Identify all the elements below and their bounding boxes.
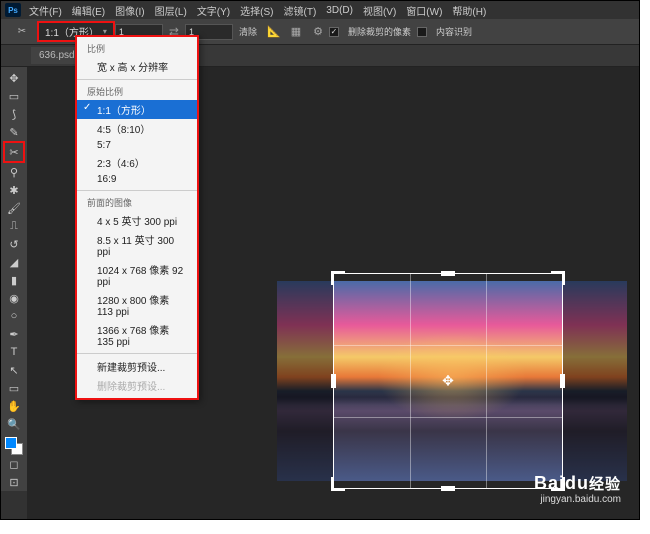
eyedropper-tool[interactable]: ⚲ bbox=[3, 163, 25, 181]
crop-handle-r[interactable] bbox=[560, 374, 565, 388]
dd-item-new-preset[interactable]: 新建裁剪预设... bbox=[77, 357, 197, 376]
watermark: Baidu经验 jingyan.baidu.com bbox=[534, 473, 621, 505]
app-logo: Ps bbox=[5, 3, 21, 17]
blur-tool[interactable]: ◉ bbox=[3, 289, 25, 307]
crop-handle-l[interactable] bbox=[331, 374, 336, 388]
dd-section-front: 前面的图像 bbox=[77, 194, 197, 211]
dd-section-original: 原始比例 bbox=[77, 83, 197, 100]
menu-file[interactable]: 文件(F) bbox=[29, 3, 62, 18]
screenmode-tool[interactable]: ⊡ bbox=[3, 473, 25, 491]
menu-filter[interactable]: 滤镜(T) bbox=[284, 3, 317, 18]
crop-dim-right bbox=[563, 281, 627, 481]
delete-px-label: 删除裁剪的像素 bbox=[348, 25, 411, 38]
lasso-tool[interactable]: ⟆ bbox=[3, 105, 25, 123]
menu-help[interactable]: 帮助(H) bbox=[452, 3, 486, 18]
dd-item-1366[interactable]: 1366 x 768 像素 135 ppi bbox=[77, 320, 197, 350]
menu-edit[interactable]: 编辑(E) bbox=[72, 3, 105, 18]
content-aware-label: 内容识别 bbox=[436, 25, 472, 38]
crop-handle-tl[interactable] bbox=[331, 271, 345, 285]
eraser-tool[interactable]: ◢ bbox=[3, 253, 25, 271]
menu-type[interactable]: 文字(Y) bbox=[197, 3, 230, 18]
dd-item-16-9[interactable]: 16:9 bbox=[77, 172, 197, 187]
dd-item-4x5in[interactable]: 4 x 5 英寸 300 ppi bbox=[77, 211, 197, 230]
quickmask-tool[interactable]: ◻ bbox=[3, 455, 25, 473]
dd-item-1024[interactable]: 1024 x 768 像素 92 ppi bbox=[77, 260, 197, 290]
ratio-dropdown-menu: 比例 宽 x 高 x 分辨率 原始比例 1:1（方形） 4:5（8:10） 5:… bbox=[75, 35, 199, 400]
path-tool[interactable]: ↖ bbox=[3, 361, 25, 379]
brush-tool[interactable]: 🖌 bbox=[3, 199, 25, 217]
menu-select[interactable]: 选择(S) bbox=[240, 3, 273, 18]
stamp-tool[interactable]: ⎍ bbox=[3, 217, 25, 235]
dd-item-5-7[interactable]: 5:7 bbox=[77, 138, 197, 153]
dd-item-85x11in[interactable]: 8.5 x 11 英寸 300 ppi bbox=[77, 230, 197, 260]
pen-tool[interactable]: ✒ bbox=[3, 325, 25, 343]
hand-tool[interactable]: ✋ bbox=[3, 397, 25, 415]
content-aware-checkbox[interactable] bbox=[417, 27, 427, 37]
menu-image[interactable]: 图像(I) bbox=[115, 3, 144, 18]
crop-handle-tr[interactable] bbox=[551, 271, 565, 285]
straighten-icon[interactable]: 📐 bbox=[266, 24, 282, 40]
healing-tool[interactable]: ✱ bbox=[3, 181, 25, 199]
crop-dim-left bbox=[277, 281, 333, 481]
move-tool[interactable]: ✥ bbox=[3, 69, 25, 87]
history-brush-tool[interactable]: ↺ bbox=[3, 235, 25, 253]
overlay-icon[interactable]: ▦ bbox=[288, 24, 304, 40]
dd-item-wxh[interactable]: 宽 x 高 x 分辨率 bbox=[77, 57, 197, 76]
tab-label: 636.psd bbox=[39, 50, 75, 61]
shape-tool[interactable]: ▭ bbox=[3, 379, 25, 397]
marquee-tool[interactable]: ▭ bbox=[3, 87, 25, 105]
type-tool[interactable]: T bbox=[3, 343, 25, 361]
zoom-tool[interactable]: 🔍 bbox=[3, 415, 25, 433]
crop-tool[interactable]: ✂ bbox=[3, 141, 25, 163]
dd-item-delete-preset: 删除裁剪预设... bbox=[77, 376, 197, 395]
crop-tool-icon[interactable]: ✂ bbox=[15, 25, 29, 39]
dd-item-2-3[interactable]: 2:3（4:6） bbox=[77, 153, 197, 172]
crop-handle-b[interactable] bbox=[441, 486, 455, 491]
dd-item-1-1[interactable]: 1:1（方形） bbox=[77, 100, 197, 119]
menu-window[interactable]: 窗口(W) bbox=[406, 3, 442, 18]
color-swatches[interactable] bbox=[5, 437, 23, 455]
crop-box[interactable]: ✥ bbox=[333, 273, 563, 489]
delete-px-checkbox[interactable]: ✓ bbox=[329, 27, 339, 37]
dd-item-1280[interactable]: 1280 x 800 像素 113 ppi bbox=[77, 290, 197, 320]
menubar: 文件(F) 编辑(E) 图像(I) 图层(L) 文字(Y) 选择(S) 滤镜(T… bbox=[1, 1, 639, 19]
menu-layer[interactable]: 图层(L) bbox=[155, 3, 187, 18]
quick-select-tool[interactable]: ✎ bbox=[3, 123, 25, 141]
crop-handle-t[interactable] bbox=[441, 271, 455, 276]
crop-handle-bl[interactable] bbox=[331, 477, 345, 491]
settings-icon[interactable]: ⚙ bbox=[310, 24, 326, 40]
dd-section-ratio: 比例 bbox=[77, 40, 197, 57]
dodge-tool[interactable]: ○ bbox=[3, 307, 25, 325]
menu-view[interactable]: 视图(V) bbox=[363, 3, 396, 18]
gradient-tool[interactable]: ▮ bbox=[3, 271, 25, 289]
tool-palette: ✥ ▭ ⟆ ✎ ✂ ⚲ ✱ 🖌 ⎍ ↺ ◢ ▮ ◉ ○ ✒ T ↖ ▭ ✋ 🔍 … bbox=[1, 67, 27, 491]
dd-item-4-5[interactable]: 4:5（8:10） bbox=[77, 119, 197, 138]
menu-3d[interactable]: 3D(D) bbox=[326, 5, 353, 16]
crop-center-icon[interactable]: ✥ bbox=[442, 373, 454, 390]
clear-button[interactable]: 清除 bbox=[239, 25, 257, 38]
